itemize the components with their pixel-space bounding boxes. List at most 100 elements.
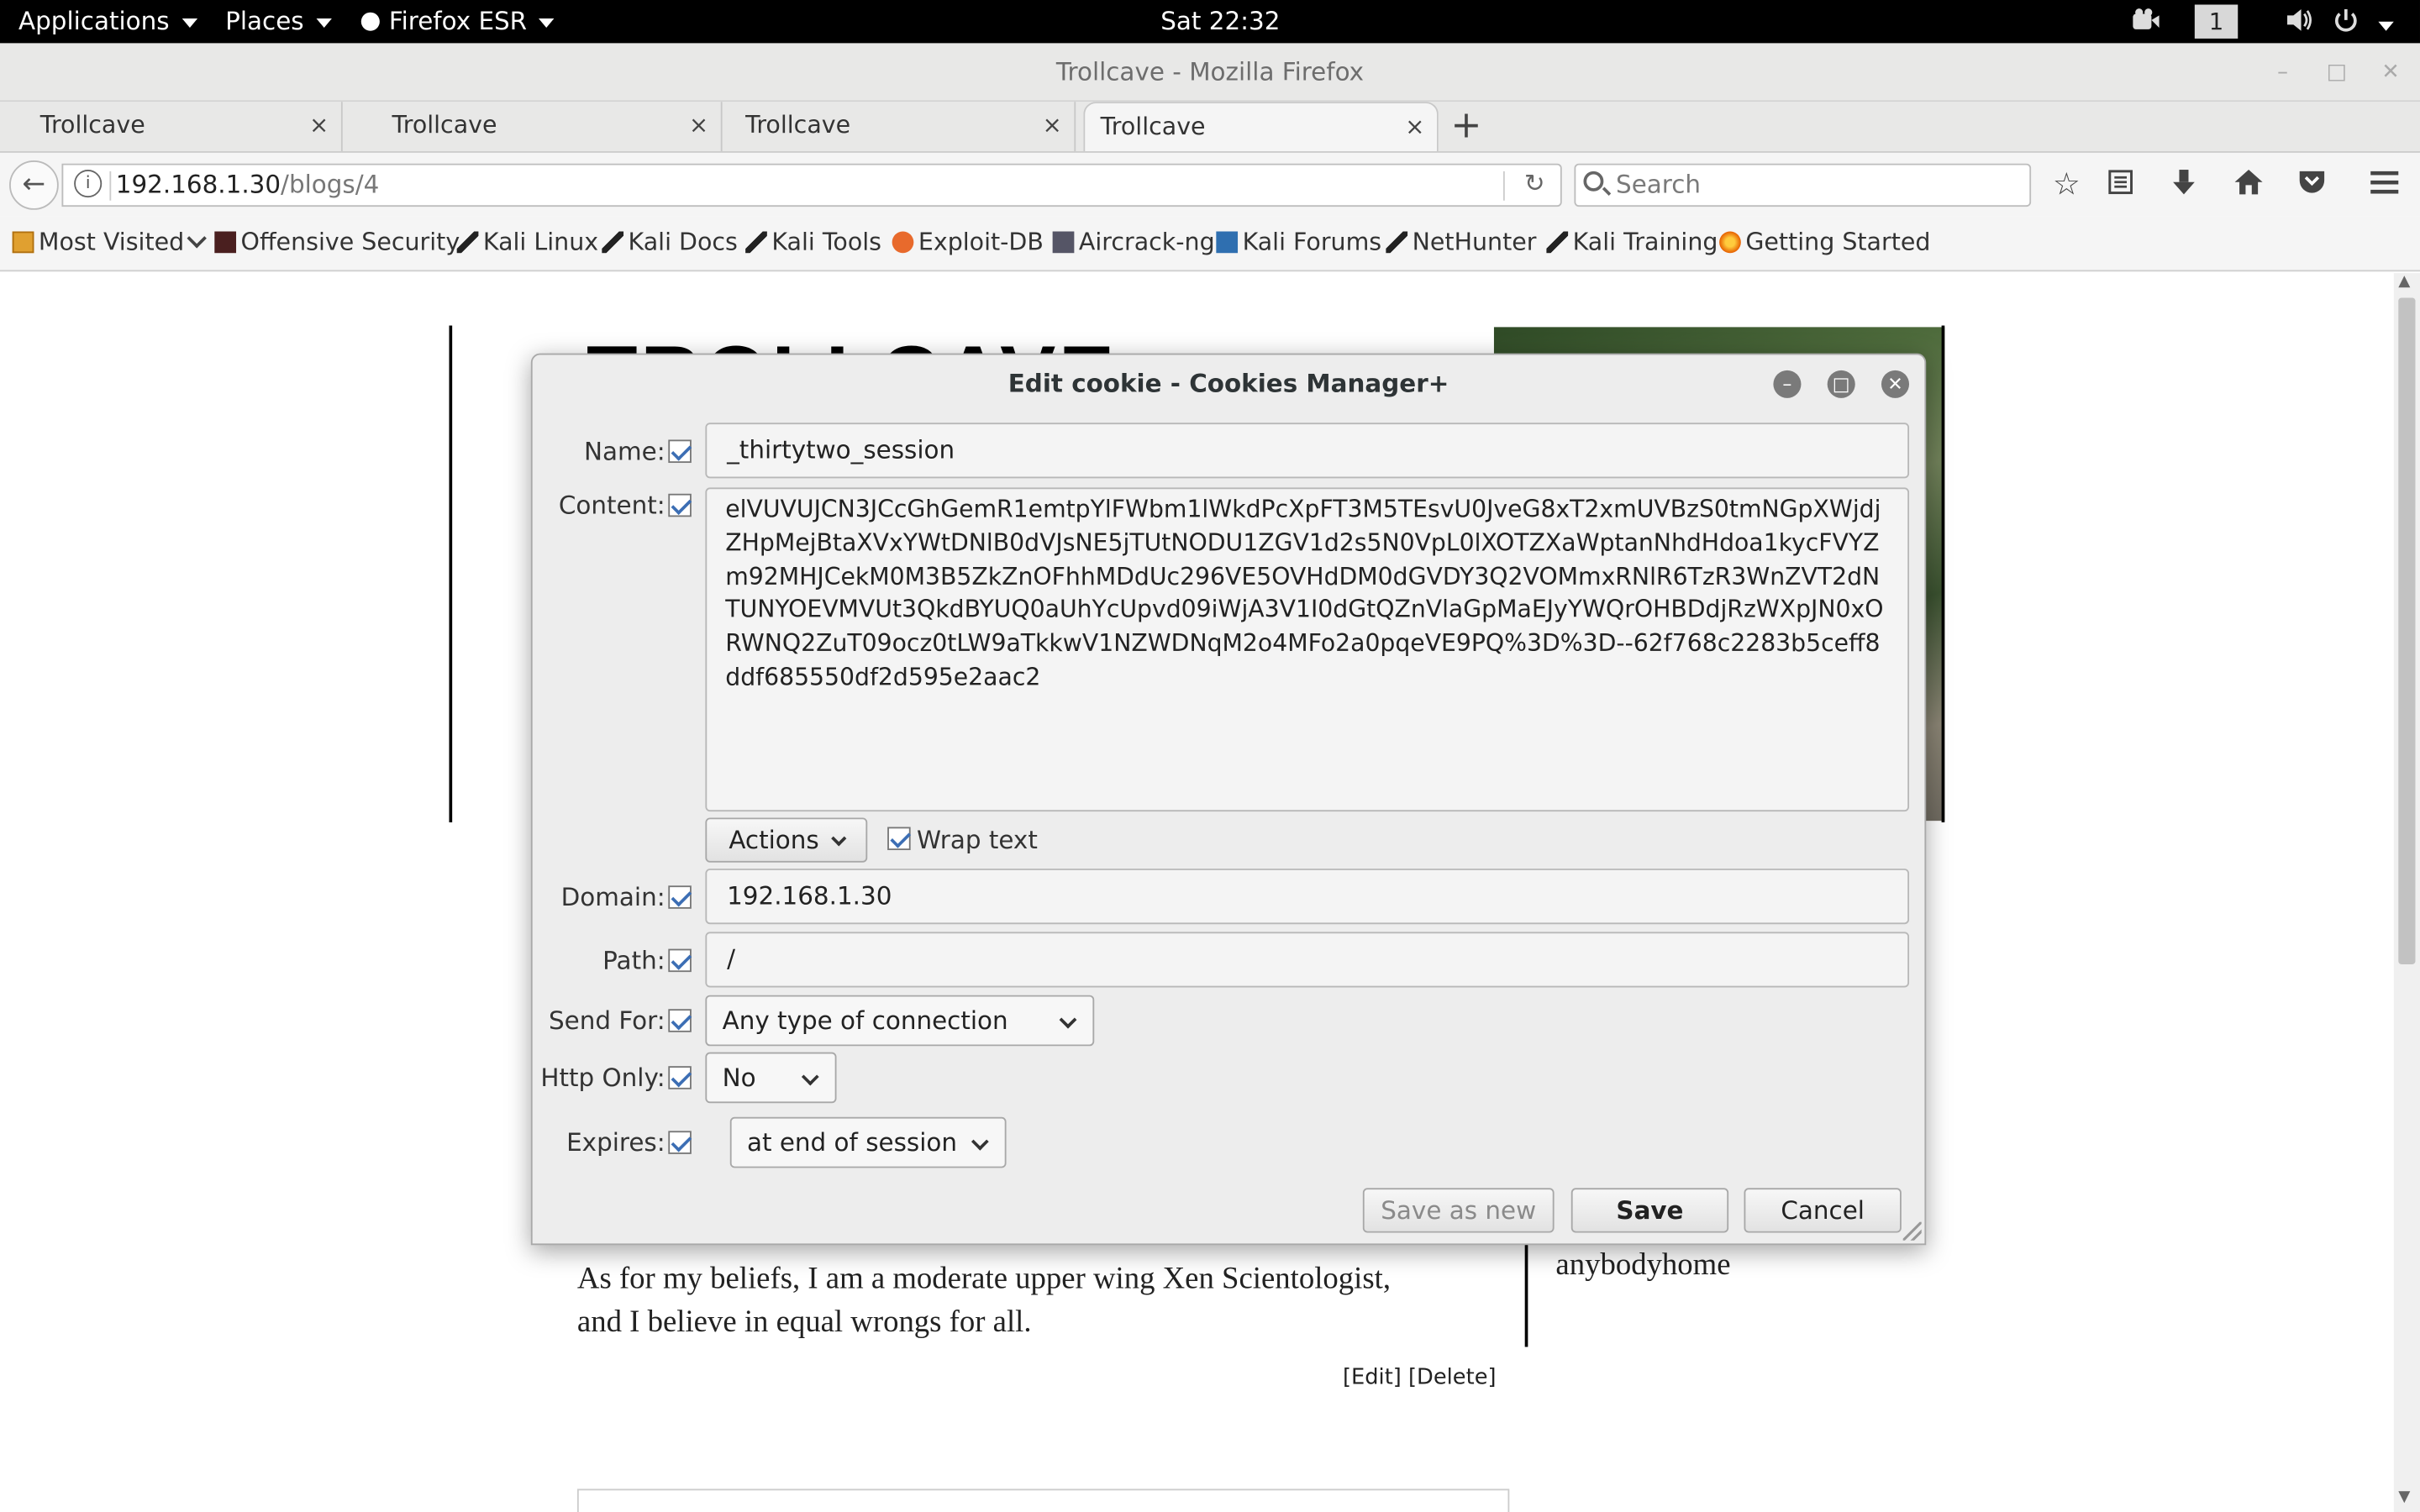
bookmark-label: NetHunter — [1412, 228, 1537, 256]
tab-close-icon[interactable]: × — [309, 102, 329, 148]
firefox-app-label: Firefox ESR — [389, 6, 555, 35]
download-icon[interactable] — [2170, 166, 2197, 203]
bookmark-getting-started[interactable]: Getting Started — [1719, 228, 1930, 256]
screencast-icon[interactable] — [2130, 8, 2161, 39]
bookmark-most-visited[interactable]: Most Visited — [12, 228, 204, 256]
new-tab-icon[interactable]: + — [1451, 105, 1482, 145]
expires-checkbox[interactable] — [668, 1131, 692, 1154]
power-icon[interactable] — [2333, 8, 2394, 39]
tab-1[interactable]: Trollcave × — [0, 102, 343, 151]
wrap-text-label[interactable]: Wrap text — [917, 826, 1038, 855]
tab-2[interactable]: Trollcave × — [380, 102, 723, 151]
close-window-icon[interactable]: ✕ — [2377, 59, 2405, 87]
hamburger-menu-icon[interactable] — [2369, 166, 2400, 203]
expires-label: Expires: — [566, 1127, 666, 1158]
domain-checkbox[interactable] — [668, 885, 692, 909]
bookmarks-toolbar: Most Visited Offensive Security Kali Lin… — [0, 216, 2420, 272]
kali-icon — [1546, 231, 1569, 254]
content-textarea[interactable]: elVUVUJCN3JCcGhGemR1emtpYlFWbm1lWkdPcXpF… — [705, 487, 1910, 812]
expires-select[interactable]: at end of session — [729, 1116, 1007, 1168]
bookmark-kali-docs[interactable]: Kali Docs — [602, 228, 738, 256]
pocket-icon[interactable] — [2296, 166, 2328, 203]
dialog-minimize-icon[interactable]: – — [1773, 370, 1802, 398]
bookmark-offensive-security[interactable]: Offensive Security — [214, 228, 460, 256]
maximize-icon[interactable]: □ — [2323, 59, 2350, 87]
name-field[interactable]: _thirtytwo_session — [705, 423, 1910, 479]
back-arrow-icon[interactable]: ← — [9, 160, 59, 210]
name-checkbox[interactable] — [668, 439, 692, 464]
tab-label: Trollcave — [1100, 113, 1206, 141]
folder-icon — [12, 231, 34, 254]
actions-button[interactable]: Actions — [705, 817, 868, 863]
site-info-icon[interactable]: i — [74, 170, 103, 198]
tab-close-icon[interactable]: × — [689, 102, 708, 148]
bookmark-kali-tools[interactable]: Kali Tools — [745, 228, 881, 256]
minimize-icon[interactable]: – — [2269, 59, 2296, 87]
http-only-select[interactable]: No — [705, 1052, 837, 1104]
tab-close-icon[interactable]: × — [1405, 103, 1424, 150]
applications-menu[interactable]: Applications — [18, 6, 197, 35]
scrollbar-thumb[interactable] — [2398, 297, 2416, 964]
bookmark-nethunter[interactable]: NetHunter — [1386, 228, 1536, 256]
send-for-select[interactable]: Any type of connection — [705, 995, 1095, 1047]
edit-cookie-dialog: Edit cookie - Cookies Manager+ – □ ✕ Nam… — [530, 353, 1927, 1246]
expires-value: at end of session — [746, 1127, 958, 1158]
content-checkbox[interactable] — [668, 493, 692, 517]
bookmark-kali-linux[interactable]: Kali Linux — [456, 228, 598, 256]
cancel-button[interactable]: Cancel — [1744, 1188, 1902, 1233]
path-checkbox[interactable] — [668, 948, 692, 973]
url-separator — [109, 171, 112, 201]
kali-icon — [602, 231, 624, 254]
clock[interactable]: Sat 22:32 — [1160, 6, 1280, 35]
url-bar[interactable]: i 192.168.1.30/blogs/4 ↻ — [61, 163, 1562, 207]
tab-close-icon[interactable]: × — [1043, 102, 1062, 148]
page-scrollbar[interactable]: ▲ ▼ — [2393, 273, 2420, 1512]
bookmark-kali-training[interactable]: Kali Training — [1546, 228, 1718, 256]
path-field[interactable]: / — [705, 932, 1910, 988]
url-text[interactable]: 192.168.1.30/blogs/4 — [116, 170, 380, 199]
resize-grip-icon[interactable] — [1902, 1221, 1922, 1241]
library-icon[interactable] — [2107, 166, 2134, 203]
forums-icon — [1216, 231, 1239, 254]
scroll-down-icon[interactable]: ▼ — [2398, 1488, 2410, 1505]
send-for-checkbox[interactable] — [668, 1009, 692, 1032]
save-as-new-button[interactable]: Save as new — [1362, 1188, 1555, 1233]
firefox-app-menu[interactable]: Firefox ESR — [360, 6, 555, 35]
scroll-up-icon[interactable]: ▲ — [2398, 273, 2410, 290]
bookmark-aircrack-ng[interactable]: Aircrack-ng — [1052, 228, 1215, 256]
chevron-down-icon — [801, 1068, 819, 1086]
bookmark-label: Offensive Security — [240, 228, 460, 256]
bookmark-star-icon[interactable]: ☆ — [2053, 165, 2081, 202]
home-icon[interactable] — [2233, 166, 2265, 203]
edit-delete-links[interactable]: [Edit] [Delete] — [1343, 1366, 1497, 1390]
right-border-line — [1941, 325, 1945, 822]
content-label: Content: — [558, 491, 666, 520]
bookmark-exploit-db[interactable]: Exploit-DB — [892, 228, 1044, 256]
http-only-checkbox[interactable] — [668, 1066, 692, 1089]
domain-field[interactable]: 192.168.1.30 — [705, 869, 1910, 925]
blog-paragraph: As for my beliefs, I am a moderate upper… — [576, 1262, 1392, 1340]
volume-icon[interactable] — [2284, 8, 2315, 39]
tab-4-active[interactable]: Trollcave × — [1083, 102, 1439, 151]
chevron-down-icon — [971, 1132, 989, 1151]
tab-strip: Trollcave × Trollcave × Trollcave × Trol… — [0, 102, 2420, 151]
firefox-dot-icon — [360, 12, 380, 31]
save-button[interactable]: Save — [1570, 1188, 1729, 1233]
actions-label: Actions — [729, 825, 819, 855]
tab-3[interactable]: Trollcave × — [733, 102, 1076, 151]
sidebar-username[interactable]: anybodyhome — [1555, 1248, 1730, 1284]
tab-label: Trollcave — [392, 111, 497, 139]
dialog-close-icon[interactable]: ✕ — [1881, 370, 1910, 398]
places-menu[interactable]: Places — [225, 6, 332, 35]
comment-box[interactable] — [576, 1488, 1510, 1512]
dialog-maximize-icon[interactable]: □ — [1827, 370, 1855, 398]
tab-label: Trollcave — [39, 111, 145, 139]
screen: Applications Places Firefox ESR Sat 22:3… — [0, 0, 2420, 1512]
workspace-indicator[interactable]: 1 — [2194, 4, 2238, 39]
reload-icon[interactable]: ↻ — [1524, 168, 1545, 197]
search-bar[interactable]: Search — [1574, 163, 2032, 207]
http-only-label: Http Only: — [540, 1063, 666, 1093]
bookmark-kali-forums[interactable]: Kali Forums — [1216, 228, 1381, 256]
wrap-text-checkbox[interactable] — [887, 827, 911, 851]
domain-label: Domain: — [560, 882, 666, 912]
